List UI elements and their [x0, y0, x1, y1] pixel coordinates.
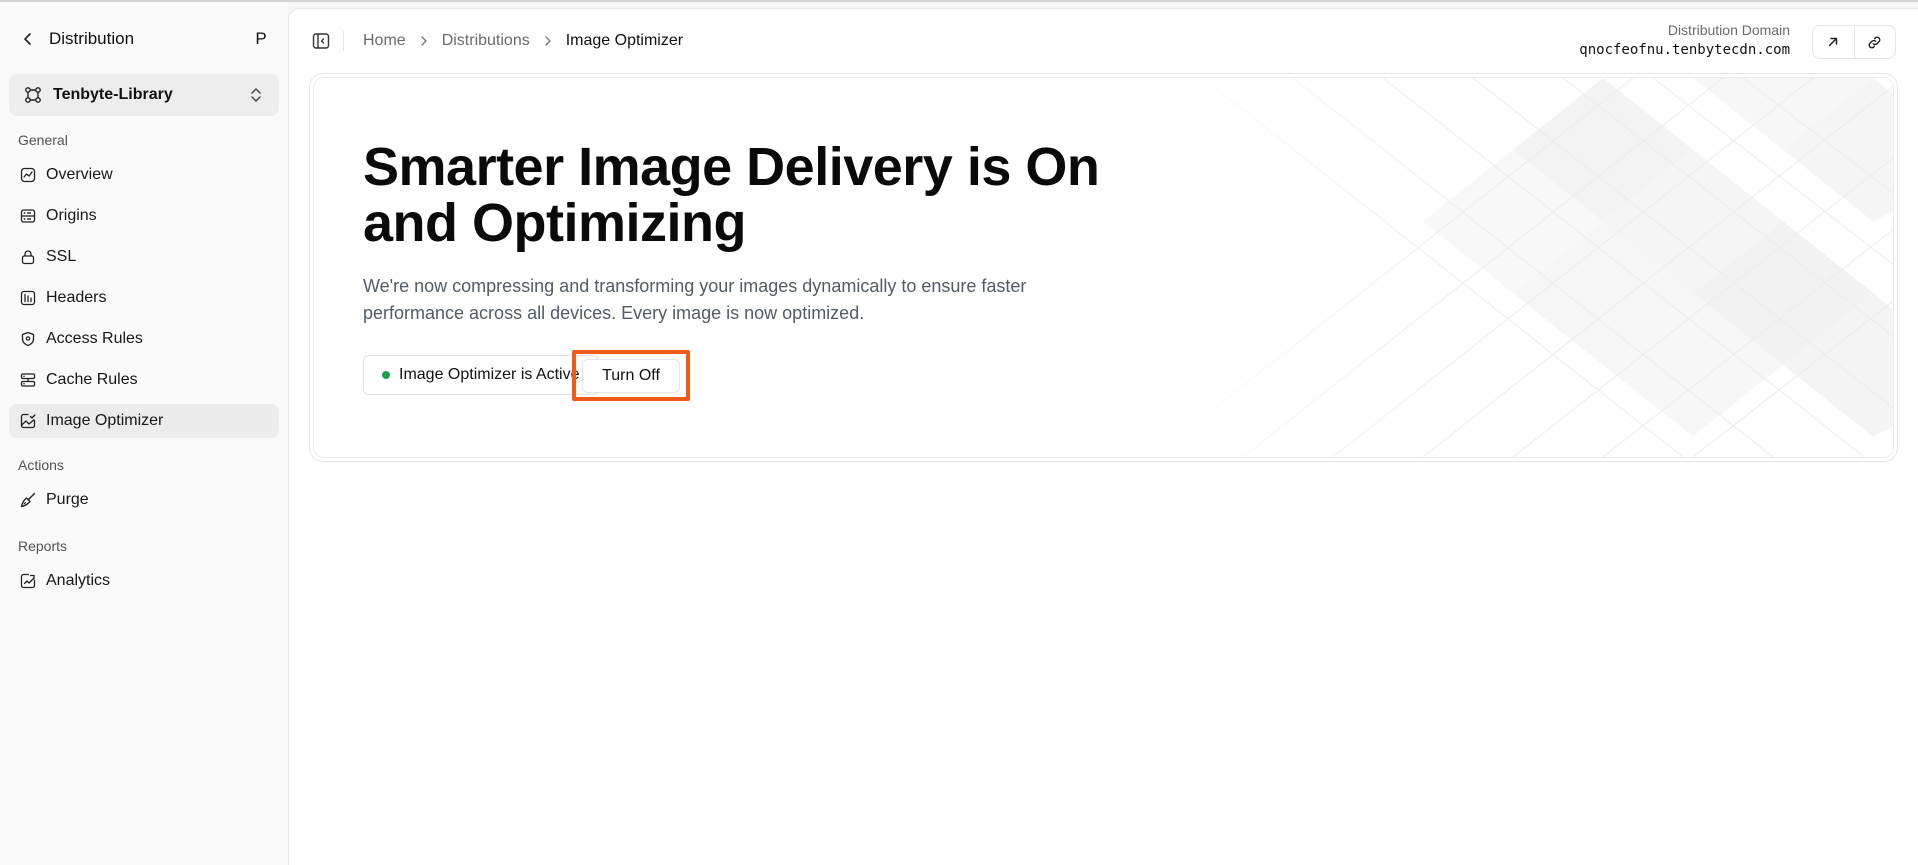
headers-icon	[19, 289, 37, 307]
sidebar: Distribution P Tenbyte-Library General O…	[0, 2, 288, 865]
domain-actions	[1812, 25, 1896, 59]
main-panel: Home Distributions Image Optimizer Distr…	[288, 8, 1918, 865]
database-icon	[19, 371, 37, 389]
sidebar-item-purge[interactable]: Purge	[9, 483, 279, 517]
breadcrumb: Home Distributions Image Optimizer	[363, 29, 683, 53]
back-button[interactable]	[18, 29, 38, 49]
status-text: Image Optimizer is Active	[399, 366, 580, 383]
hero-title: Smarter Image Delivery is On and Optimiz…	[363, 137, 1100, 253]
sidebar-item-label: Overview	[46, 166, 113, 183]
link-icon	[1869, 36, 1881, 48]
breadcrumb-distributions[interactable]: Distributions	[442, 32, 530, 50]
group-label-reports: Reports	[18, 538, 68, 554]
project-selector-label: Tenbyte-Library	[53, 86, 173, 103]
chart-line-icon	[19, 166, 37, 184]
sidebar-item-headers[interactable]: Headers	[9, 281, 279, 315]
turn-off-highlight: Turn Off	[572, 350, 690, 401]
status-badge: Image Optimizer is Active	[363, 355, 599, 395]
sidebar-item-label: Origins	[46, 207, 97, 224]
hero-card: Smarter Image Delivery is On and Optimiz…	[309, 73, 1898, 462]
sidebar-item-origins[interactable]: Origins	[9, 199, 279, 233]
background-pattern	[1133, 78, 1893, 457]
broom-icon	[19, 491, 37, 509]
hero-description: We're now compressing and transforming y…	[363, 276, 1027, 323]
sidebar-item-label: SSL	[46, 248, 77, 265]
sidebar-title: Distribution	[49, 29, 135, 48]
sidebar-item-access-rules[interactable]: Access Rules	[9, 322, 279, 356]
breadcrumb-current: Image Optimizer	[565, 32, 684, 49]
project-selector[interactable]: Tenbyte-Library	[9, 74, 279, 116]
panel-left-icon	[312, 33, 330, 49]
sidebar-item-label: Analytics	[46, 572, 111, 589]
group-label-actions: Actions	[18, 457, 64, 473]
chevron-right-icon	[419, 35, 429, 47]
breadcrumb-home[interactable]: Home	[363, 32, 406, 50]
sidebar-item-label: Image Optimizer	[46, 412, 164, 429]
sidebar-item-cache-rules[interactable]: Cache Rules	[9, 363, 279, 397]
header-divider	[343, 31, 344, 51]
sidebar-item-analytics[interactable]: Analytics	[9, 564, 279, 598]
avatar[interactable]: P	[249, 27, 273, 51]
status-dot-icon	[382, 371, 390, 379]
image-check-icon	[19, 412, 37, 430]
sidebar-item-label: Purge	[46, 491, 89, 508]
chevron-right-icon	[543, 35, 553, 47]
sidebar-header: Distribution P	[18, 24, 273, 54]
chevron-left-icon	[24, 33, 31, 45]
nodes-icon	[25, 87, 41, 103]
arrow-up-right-icon	[1829, 37, 1838, 47]
copy-link-button[interactable]	[1853, 26, 1895, 58]
group-label-general: General	[18, 132, 68, 148]
analytics-icon	[19, 572, 37, 590]
server-icon	[19, 207, 37, 225]
distribution-domain-label: Distribution Domain	[1667, 22, 1790, 38]
sidebar-item-ssl[interactable]: SSL	[9, 240, 279, 274]
open-domain-button[interactable]	[1813, 26, 1854, 58]
sidebar-item-label: Access Rules	[46, 330, 143, 347]
sidebar-item-overview[interactable]: Overview	[9, 158, 279, 192]
sidebar-item-label: Headers	[46, 289, 107, 306]
toggle-sidebar-button[interactable]	[311, 31, 331, 51]
distribution-domain-value: qnocfeofnu.tenbytecdn.com	[1579, 42, 1790, 58]
turn-off-button[interactable]: Turn Off	[582, 359, 680, 393]
chevrons-up-down-icon	[251, 88, 261, 102]
hero-card-inner: Smarter Image Delivery is On and Optimiz…	[313, 77, 1894, 458]
sidebar-item-label: Cache Rules	[46, 371, 138, 388]
shield-icon	[19, 330, 37, 348]
lock-icon	[19, 248, 37, 266]
sidebar-item-image-optimizer[interactable]: Image Optimizer	[9, 404, 279, 438]
